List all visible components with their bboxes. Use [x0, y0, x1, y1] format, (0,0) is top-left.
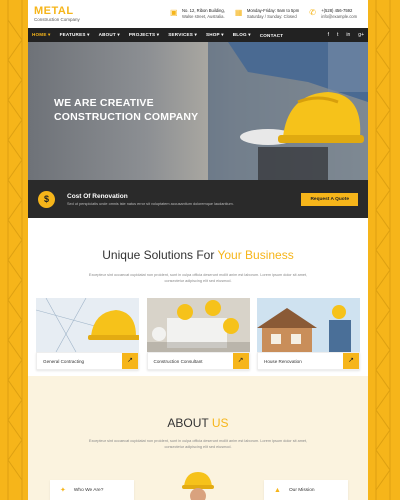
- who-we-are-label: Who We Are?: [73, 487, 104, 493]
- house-worker-image: [257, 298, 360, 352]
- phone-info: ✆ +(528) 456-7592 info@example.com: [309, 8, 357, 20]
- rocket-icon: ▲: [274, 486, 281, 494]
- worker-portrait-image: [182, 472, 214, 500]
- nav-shop[interactable]: SHOP ▾: [206, 32, 224, 38]
- logo[interactable]: METAL Construction Company: [34, 4, 130, 23]
- nav-home[interactable]: HOME ▾: [32, 32, 51, 38]
- hours-info: ▦ Monday-Friday: 9am to 5pm Saturday / S…: [235, 8, 299, 20]
- hero-heading-line2: CONSTRUCTION COMPANY: [54, 111, 199, 123]
- about-section: ABOUT US Excepteur sint occaecat cupidat…: [28, 376, 368, 500]
- crane-illustration-right: [375, 0, 391, 500]
- main-nav: HOME ▾ FEATURES ▾ ABOUT ▾ PROJECTS ▾ SER…: [28, 28, 368, 42]
- hours-line2: Saturday / Sunday: Closed: [246, 14, 297, 19]
- blueprint-helmet-image: [36, 298, 139, 352]
- who-we-are-box[interactable]: ✦ Who We Are?: [50, 480, 134, 500]
- about-title: ABOUT US: [28, 416, 368, 430]
- service-card-general-contracting[interactable]: General Contracting ↗: [36, 298, 139, 370]
- solutions-description: Excepteur sint occaecat cupidatat non pr…: [88, 273, 308, 283]
- nav-projects[interactable]: PROJECTS ▾: [129, 32, 159, 38]
- page-frame: METAL Construction Company ▣ No. 12, Rib…: [28, 0, 368, 500]
- linkedin-icon[interactable]: in: [346, 32, 350, 38]
- hero-worker-helmet-image: [208, 42, 368, 180]
- logo-tagline: Construction Company: [34, 16, 80, 22]
- hero-heading: WE ARE CREATIVE CONSTRUCTION COMPANY: [54, 96, 198, 124]
- briefcase-icon: ▣: [170, 8, 178, 17]
- about-title-plain: ABOUT: [167, 416, 209, 430]
- hero-heading-line1: WE ARE CREATIVE: [54, 97, 154, 109]
- facebook-icon[interactable]: f: [328, 32, 329, 38]
- solutions-title: Unique Solutions For Your Business: [28, 248, 368, 262]
- twitter-icon[interactable]: t: [337, 32, 338, 38]
- our-mission-label: Our Mission: [288, 487, 315, 493]
- hero-banner: WE ARE CREATIVE CONSTRUCTION COMPANY: [28, 42, 368, 180]
- about-title-highlight: US: [211, 416, 229, 430]
- team-meeting-image: [146, 298, 250, 352]
- calendar-icon: ▦: [234, 8, 243, 17]
- nav-contact[interactable]: CONTACT: [260, 33, 284, 38]
- nav-about[interactable]: ABOUT ▾: [99, 32, 120, 38]
- dollar-icon: $: [38, 190, 55, 208]
- cost-title: Cost Of Renovation: [67, 192, 128, 200]
- arrow-icon[interactable]: ↗: [343, 353, 359, 369]
- cost-of-renovation-strip: $ Cost Of Renovation Sed ut perspiciatis…: [28, 180, 368, 218]
- google-plus-icon[interactable]: g+: [358, 32, 364, 38]
- top-bar: METAL Construction Company ▣ No. 12, Rib…: [28, 0, 368, 28]
- email-address[interactable]: info@example.com: [321, 14, 357, 20]
- solutions-title-highlight: Your Business: [217, 248, 294, 262]
- cost-description: Sed ut perspiciatis unde omnis iste natu…: [67, 201, 234, 206]
- service-card-construction-consultant[interactable]: Construction Consultant ↗: [146, 298, 250, 370]
- nav-blog[interactable]: BLOG ▾: [233, 32, 251, 38]
- arrow-icon[interactable]: ↗: [232, 353, 249, 369]
- service-card-label: House Renovation: [264, 358, 302, 364]
- arrow-icon[interactable]: ↗: [122, 353, 138, 369]
- nav-services[interactable]: SERVICES ▾: [168, 32, 197, 38]
- nav-features[interactable]: FEATURES ▾: [60, 32, 90, 38]
- lightbulb-icon: ✦: [60, 487, 66, 494]
- service-card-house-renovation[interactable]: House Renovation ↗: [257, 298, 360, 370]
- request-quote-button[interactable]: Request A Quote: [301, 192, 358, 206]
- about-description: Excepteur sint occaecat cupidatat non pr…: [88, 439, 308, 449]
- service-cards: General Contracting ↗ Construction Consu…: [28, 298, 368, 370]
- address-line2: Walse street, Australia.: [182, 14, 225, 19]
- address-info: ▣ No. 12, Ribon Building, Walse street, …: [170, 8, 225, 20]
- logo-title: METAL: [34, 4, 74, 17]
- service-card-label: General Contracting: [43, 358, 85, 364]
- service-card-label: Construction Consultant: [153, 358, 203, 364]
- phone-icon: ✆: [309, 8, 316, 17]
- our-mission-box[interactable]: ▲ Our Mission: [264, 480, 348, 500]
- solutions-title-plain: Unique Solutions For: [102, 248, 215, 262]
